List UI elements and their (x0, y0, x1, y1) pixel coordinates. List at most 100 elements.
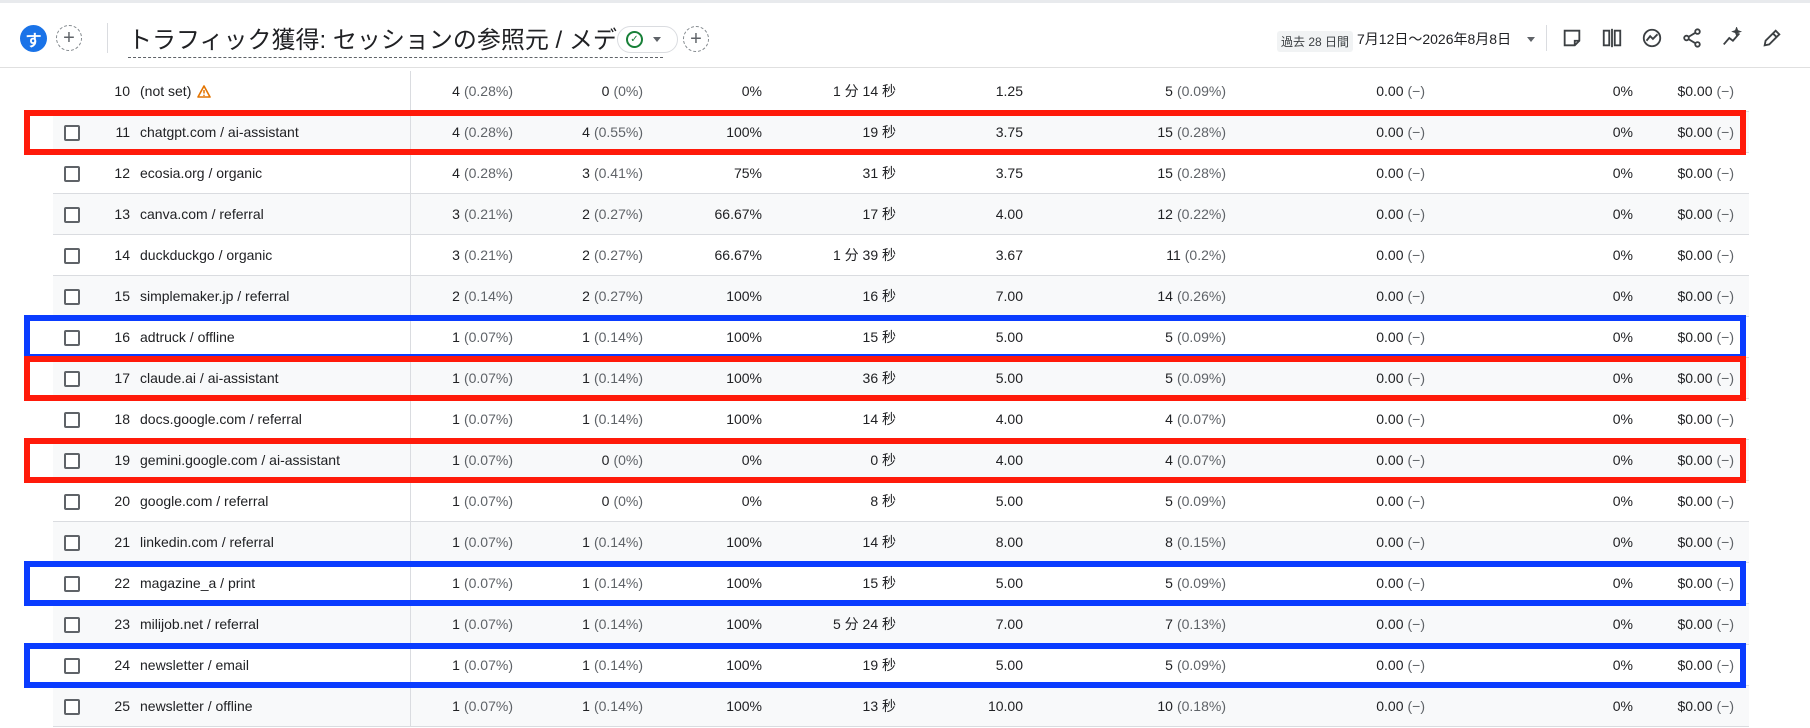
metric-value: 100% (726, 616, 762, 632)
table-row[interactable]: 23 milijob.net / referral 1 (0.07%) 1 (0.14%)… (53, 604, 1749, 645)
table-row[interactable]: 21 linkedin.com / referral 1 (0.07%) 1 (0.14%… (53, 522, 1749, 563)
table-row[interactable]: 25 newsletter / offline 1 (0.07%) 1 (0.14%) 10… (53, 686, 1749, 727)
source-medium-label: google.com / referral (140, 493, 269, 509)
metric-value: 1 (452, 411, 460, 427)
row-checkbox[interactable] (64, 371, 80, 387)
source-medium-cell[interactable]: canva.com / referral (140, 194, 264, 235)
row-checkbox[interactable] (64, 453, 80, 469)
row-index: 11 (115, 124, 130, 140)
table-row[interactable]: 22 magazine_a / print 1 (0.07%) 1 (0.14%) 100%… (53, 563, 1749, 604)
row-checkbox[interactable] (64, 207, 80, 223)
event-count-cell: 10 (0.18%) (1157, 686, 1226, 727)
events-per-session-cell: 10.00 (988, 686, 1023, 727)
metric-share: (0.28%) (463, 83, 513, 99)
source-medium-cell[interactable]: duckduckgo / organic (140, 235, 272, 276)
row-checkbox[interactable] (64, 412, 80, 428)
table-row[interactable]: 11 chatgpt.com / ai-assistant 4 (0.28%) 4 (0.… (53, 112, 1749, 153)
avg-engagement-time-cell: 0 秒 (870, 440, 896, 481)
key-events-cell: 0.00 (−) (1376, 686, 1425, 727)
metric-share: (0.27%) (593, 288, 643, 304)
row-checkbox[interactable] (64, 289, 80, 305)
warning-icon[interactable] (197, 73, 212, 114)
source-medium-cell[interactable]: gemini.google.com / ai-assistant (140, 440, 340, 481)
source-medium-cell[interactable]: (not set) (140, 71, 212, 114)
row-checkbox[interactable] (64, 617, 80, 633)
table-row[interactable]: 15 simplemaker.jp / referral 2 (0.14%) 2 (0.2… (53, 276, 1749, 317)
source-medium-cell[interactable]: google.com / referral (140, 481, 268, 522)
row-checkbox[interactable] (64, 248, 80, 264)
metric-value: 0.00 (1376, 575, 1404, 591)
column-divider (410, 563, 411, 603)
metric-value: 75% (733, 165, 762, 181)
source-medium-cell[interactable]: claude.ai / ai-assistant (140, 358, 279, 399)
column-divider (410, 645, 411, 685)
source-medium-cell[interactable]: chatgpt.com / ai-assistant (140, 112, 299, 153)
table-row[interactable]: 18 docs.google.com / referral 1 (0.07%) 1 (0.… (53, 399, 1749, 440)
report-status-dropdown[interactable]: ✓ (617, 26, 678, 53)
revenue-cell: $0.00 (−) (1677, 317, 1734, 358)
source-medium-cell[interactable]: docs.google.com / referral (140, 399, 302, 440)
table-row[interactable]: 24 newsletter / email 1 (0.07%) 1 (0.14%) 100%… (53, 645, 1749, 686)
table-row[interactable]: 16 adtruck / offline 1 (0.07%) 1 (0.14%) 100% 1… (53, 317, 1749, 358)
row-checkbox[interactable] (64, 535, 80, 551)
compare-icon[interactable] (1599, 25, 1625, 51)
source-medium-cell[interactable]: newsletter / email (140, 645, 249, 686)
metric-value: 2 (582, 288, 590, 304)
metric-value: 0% (741, 493, 762, 509)
source-medium-cell[interactable]: adtruck / offline (140, 317, 235, 358)
revenue-cell: $0.00 (−) (1677, 604, 1734, 645)
add-filter-button[interactable]: + (683, 26, 709, 52)
insights-note-icon[interactable] (1559, 25, 1585, 51)
metric-share: (0.07%) (463, 657, 513, 673)
add-comparison-button[interactable]: + (56, 25, 82, 51)
row-checkbox[interactable] (64, 576, 80, 592)
metric-value: 66.67% (714, 247, 762, 263)
metric-value: 3 (582, 165, 590, 181)
chevron-down-icon[interactable] (1527, 37, 1535, 42)
event-count-cell: 5 (0.09%) (1165, 645, 1226, 686)
sparkle-icon[interactable] (1719, 25, 1745, 51)
source-medium-cell[interactable]: ecosia.org / organic (140, 153, 262, 194)
metric-value: $0.00 (1677, 698, 1713, 714)
metric-value: 0.00 (1376, 288, 1404, 304)
events-per-session-cell: 7.00 (996, 276, 1023, 317)
metric-value: $0.00 (1677, 206, 1713, 222)
metric-value: 0% (1612, 165, 1633, 181)
metric-share: (0.09%) (1176, 657, 1226, 673)
metric-value: 66.67% (714, 206, 762, 222)
engaged-sessions-cell: 0 (0%) (602, 71, 643, 112)
table-row[interactable]: 14 duckduckgo / organic 3 (0.21%) 2 (0.27%) 66… (53, 235, 1749, 276)
row-checkbox[interactable] (64, 125, 80, 141)
share-icon[interactable] (1679, 25, 1705, 51)
table-row[interactable]: 13 canva.com / referral 3 (0.21%) 2 (0.27%) 66… (53, 194, 1749, 235)
row-checkbox[interactable] (64, 330, 80, 346)
trend-icon[interactable] (1639, 25, 1665, 51)
edit-icon[interactable] (1759, 25, 1785, 51)
source-medium-cell[interactable]: simplemaker.jp / referral (140, 276, 289, 317)
avatar[interactable]: す (20, 25, 47, 52)
row-checkbox[interactable] (64, 166, 80, 182)
row-checkbox[interactable] (64, 658, 80, 674)
row-index: 21 (114, 534, 130, 550)
metric-share: (0.09%) (1176, 493, 1226, 509)
row-checkbox[interactable] (64, 699, 80, 715)
table-row[interactable]: 17 claude.ai / ai-assistant 1 (0.07%) 1 (0.14… (53, 358, 1749, 399)
users-cell: 1 (0.07%) (452, 358, 513, 399)
table-row[interactable]: 10 (not set) 4 (0.28%) 0 (0%) 0% 1 分 14 秒 1.25 5(… (53, 71, 1749, 112)
table-row[interactable]: 19 gemini.google.com / ai-assistant 1 (0.07… (53, 440, 1749, 481)
table-row[interactable]: 12 ecosia.org / organic 4 (0.28%) 3 (0.41%) 75… (53, 153, 1749, 194)
revenue-cell: $0.00 (−) (1677, 399, 1734, 440)
source-medium-cell[interactable]: milijob.net / referral (140, 604, 259, 645)
source-medium-cell[interactable]: linkedin.com / referral (140, 522, 274, 563)
date-preset-label[interactable]: 過去 28 日間 (1277, 31, 1354, 52)
table-row[interactable]: 20 google.com / referral 1 (0.07%) 0 (0%) 0% 8 … (53, 481, 1749, 522)
source-medium-label: adtruck / offline (140, 329, 235, 345)
metric-value: 0% (1612, 452, 1633, 468)
row-checkbox[interactable] (64, 494, 80, 510)
source-medium-cell[interactable]: newsletter / offline (140, 686, 253, 727)
date-range-picker[interactable]: 7月12日〜2026年8月8日 (1357, 29, 1511, 49)
metric-share: (0.2%) (1184, 247, 1226, 263)
page-title[interactable]: トラフィック獲得: セッションの参照元 / メディア (128, 20, 664, 58)
metric-share: (−) (1716, 247, 1735, 263)
source-medium-cell[interactable]: magazine_a / print (140, 563, 255, 604)
